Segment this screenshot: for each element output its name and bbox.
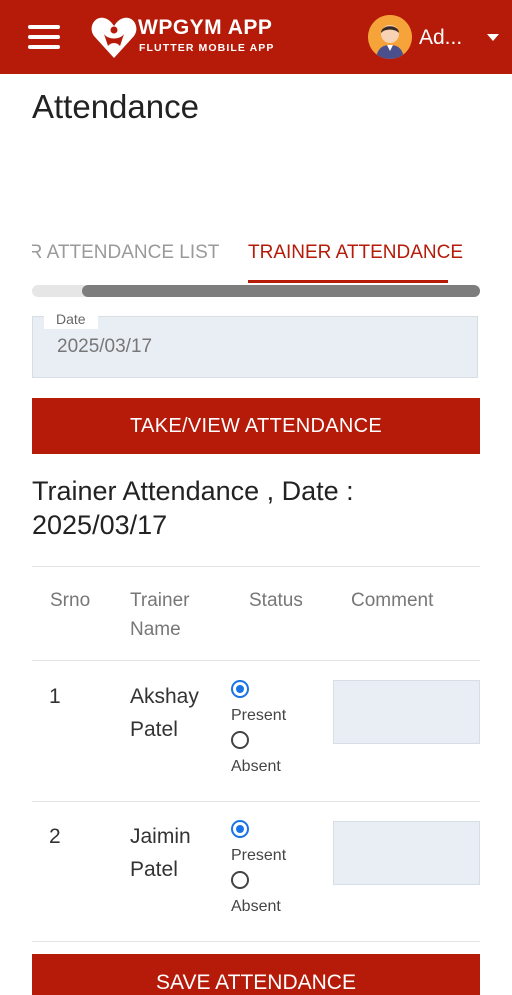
row-2-absent-label: Absent (231, 898, 281, 915)
header-trainer-name: Trainer Name (130, 590, 190, 640)
row-1-srno: 1 (49, 685, 61, 708)
header-srno: Srno (50, 590, 91, 611)
tab-trainer-attendance[interactable]: TRAINER ATTENDANCE (248, 242, 463, 264)
row-1-present-label: Present (231, 707, 287, 724)
active-tab-indicator (248, 280, 448, 283)
user-avatar[interactable] (368, 15, 412, 59)
row-1-absent-label: Absent (231, 758, 281, 775)
take-view-attendance-button[interactable]: TAKE/VIEW ATTENDANCE (32, 398, 480, 454)
user-name[interactable]: Ad... (419, 26, 462, 50)
table-header-divider (32, 660, 480, 661)
header-comment: Comment (351, 590, 434, 611)
table-top-divider (32, 566, 480, 567)
row-2-trainer-last-name: Patel (130, 858, 178, 881)
dropdown-caret-icon[interactable] (487, 34, 499, 41)
row-2-comment-input[interactable] (333, 821, 480, 885)
row-1-trainer-last-name: Patel (130, 718, 178, 741)
date-field-value[interactable]: 2025/03/17 (57, 336, 152, 358)
row-2-present-radio[interactable] (231, 820, 249, 838)
date-field-label: Date (44, 309, 98, 329)
row-1-absent-radio[interactable] (231, 731, 249, 749)
save-attendance-button[interactable]: SAVE ATTENDANCE (32, 954, 480, 995)
section-title: Trainer Attendance , Date : 2025/03/17 (32, 476, 354, 540)
row-2-absent-radio[interactable] (231, 871, 249, 889)
row-2-present-label: Present (231, 847, 287, 864)
wpgym-logo (91, 17, 137, 58)
tab-scrollbar-thumb[interactable] (82, 285, 480, 297)
row-1-present-radio[interactable] (231, 680, 249, 698)
row-2-trainer-first-name: Jaimin (130, 825, 191, 848)
avatar-person-icon (368, 15, 412, 59)
tab-bar: ER ATTENDANCE LIST TRAINER ATTENDANCE (32, 236, 480, 288)
brand-title: WPGYM APP (138, 16, 273, 39)
row-2-srno: 2 (49, 825, 61, 848)
header-status: Status (249, 590, 303, 611)
brand-subtitle: FLUTTER MOBILE APP (139, 42, 275, 54)
row-1-trainer-first-name: Akshay (130, 685, 199, 708)
row-1-divider (32, 801, 480, 802)
tab-member-attendance-list[interactable]: ER ATTENDANCE LIST (32, 242, 219, 264)
page-title: Attendance (32, 88, 199, 125)
row-1-comment-input[interactable] (333, 680, 480, 744)
hamburger-menu-icon[interactable] (28, 25, 60, 49)
row-2-divider (32, 941, 480, 942)
tab-scrollbar[interactable] (32, 285, 480, 297)
top-app-bar: WPGYM APP FLUTTER MOBILE APP Ad... (0, 0, 512, 74)
